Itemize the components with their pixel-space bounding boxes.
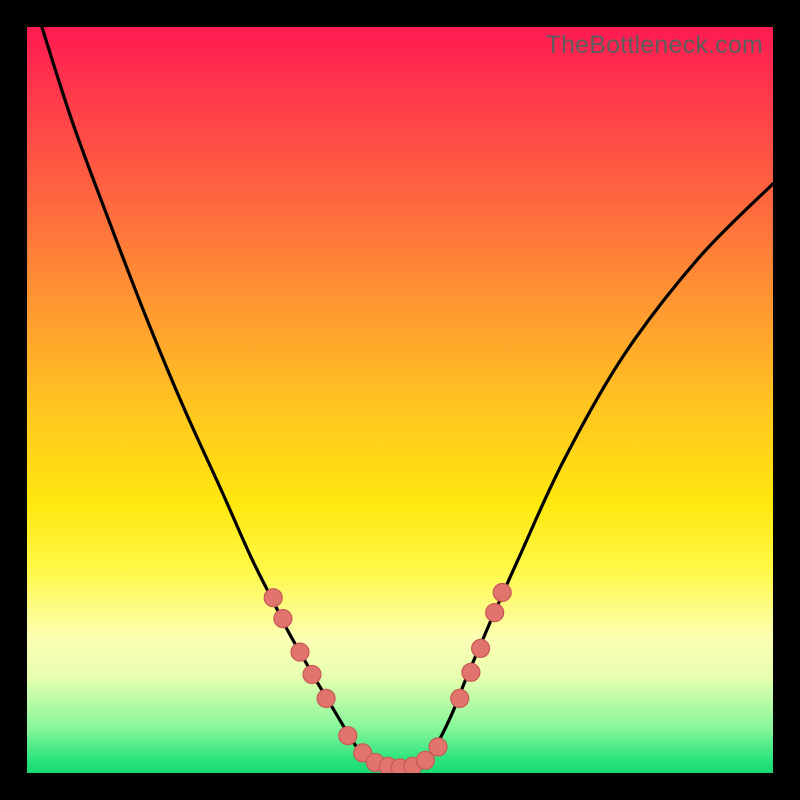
curve-marker: [472, 639, 490, 657]
curve-marker: [291, 643, 309, 661]
curve-marker: [264, 589, 282, 607]
curve-markers: [264, 584, 511, 774]
curve-marker: [317, 689, 335, 707]
curve-marker: [451, 689, 469, 707]
curve-marker: [462, 663, 480, 681]
curve-marker: [429, 738, 447, 756]
curve-marker: [486, 604, 504, 622]
bottleneck-curve: [42, 27, 773, 769]
curve-marker: [274, 610, 292, 628]
curve-marker: [493, 584, 511, 602]
curve-marker: [303, 666, 321, 684]
outer-frame: TheBottleneck.com: [0, 0, 800, 800]
plot-area: TheBottleneck.com: [27, 27, 773, 773]
curve-marker: [339, 727, 357, 745]
chart-svg: [27, 27, 773, 773]
